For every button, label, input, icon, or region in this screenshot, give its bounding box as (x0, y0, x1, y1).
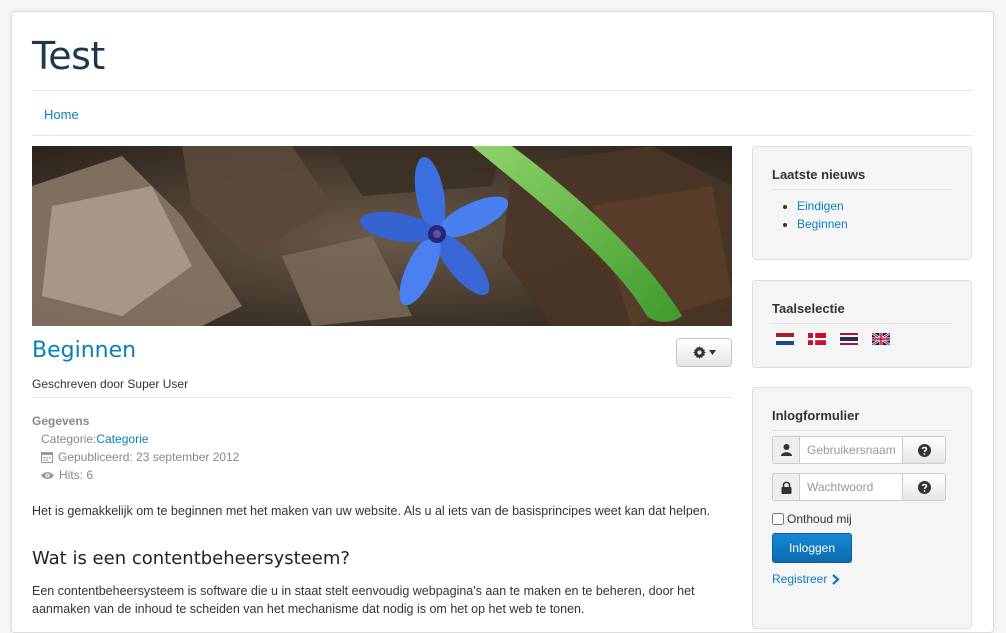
language-flags (776, 333, 890, 345)
article-tools-button[interactable] (676, 338, 732, 367)
module-divider (772, 430, 952, 431)
caret-down-icon (708, 350, 716, 355)
banner-image (32, 146, 732, 326)
latest-news-title: Laatste nieuws (772, 167, 866, 182)
nav-home-link[interactable]: Home (44, 107, 79, 122)
article-divider (32, 397, 732, 398)
gear-icon (692, 346, 706, 359)
article-title[interactable]: Beginnen (32, 338, 136, 363)
gb-flag-icon[interactable] (872, 333, 890, 345)
nav-divider (32, 135, 973, 136)
published-date: Gepubliceerd: 23 september 2012 (58, 450, 240, 464)
list-item: Beginnen (797, 215, 848, 233)
question-icon (917, 443, 931, 457)
register-link[interactable]: Registreer (772, 572, 841, 586)
banner-flower-photo (32, 146, 732, 326)
question-icon (917, 480, 931, 494)
language-title: Taalselectie (772, 301, 845, 316)
latest-news-list: Eindigen Beginnen (772, 197, 848, 233)
category-link[interactable]: Categorie (96, 432, 148, 446)
category-label: Categorie: (41, 432, 97, 446)
user-icon (773, 437, 800, 463)
dk-flag-icon[interactable] (808, 333, 826, 345)
header-divider (32, 90, 973, 91)
latest-news-module: Laatste nieuws Eindigen Beginnen (752, 146, 972, 260)
register-label: Registreer (772, 572, 828, 586)
login-module: Inlogformulier Gebruikersnaam Onthoud mi… (752, 387, 972, 629)
username-help-button[interactable] (902, 437, 945, 463)
language-module: Taalselectie (752, 280, 972, 368)
article-subheading: Wat is een contentbeheersysteem? (32, 548, 350, 569)
details-title: Gegevens (32, 414, 90, 428)
remember-me: Onthoud mij (772, 512, 852, 526)
username-group (772, 436, 946, 464)
news-link-beginnen[interactable]: Beginnen (797, 217, 848, 231)
login-button[interactable]: Inloggen (772, 533, 852, 563)
detail-category: Categorie: Categorie (41, 432, 148, 446)
module-divider (772, 323, 952, 324)
chevron-right-icon (832, 573, 841, 585)
detail-hits: Hits: 6 (41, 468, 93, 482)
remember-me-checkbox[interactable] (772, 513, 784, 525)
article-author: Geschreven door Super User (32, 377, 189, 391)
article-body: Een contentbeheersysteem is software die… (32, 584, 695, 616)
hits-count: Hits: 6 (59, 468, 94, 482)
module-divider (772, 189, 952, 190)
th-flag-icon[interactable] (840, 333, 858, 345)
calendar-icon (41, 452, 53, 463)
password-group (772, 473, 946, 501)
nl-flag-icon[interactable] (776, 333, 794, 345)
password-input[interactable] (800, 474, 902, 500)
site-title[interactable]: Test (32, 34, 105, 78)
article-intro: Het is gemakkelijk om te beginnen met he… (32, 504, 711, 518)
detail-published: Gepubliceerd: 23 september 2012 (41, 450, 239, 464)
news-link-eindigen[interactable]: Eindigen (797, 199, 844, 213)
password-help-button[interactable] (902, 474, 945, 500)
lock-icon (773, 474, 800, 500)
login-title: Inlogformulier (772, 408, 860, 423)
remember-me-label: Onthoud mij (787, 512, 852, 526)
list-item: Eindigen (797, 197, 848, 215)
eye-icon (41, 471, 54, 479)
username-input[interactable] (800, 437, 902, 463)
page-container: Test Home Beginnen Geschreven door Super… (11, 11, 994, 633)
